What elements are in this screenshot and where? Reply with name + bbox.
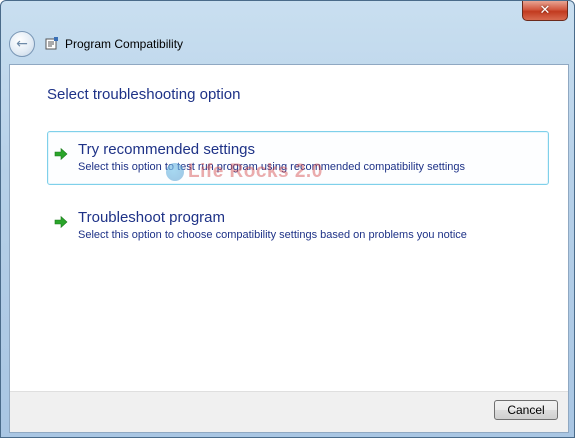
navigation-bar: ← Program Compatibility bbox=[9, 29, 566, 59]
back-button[interactable]: ← bbox=[9, 31, 35, 57]
content-panel: Select troubleshooting option Try recomm… bbox=[9, 64, 569, 433]
close-button[interactable]: ✕ bbox=[522, 1, 568, 21]
green-arrow-icon bbox=[54, 147, 68, 161]
watermark: Life Rocks 2.0 bbox=[166, 161, 323, 183]
option-description: Select this option to choose compatibili… bbox=[78, 229, 467, 241]
dialog-window: ✕ ← Program Compatibility Select trouble… bbox=[0, 0, 575, 438]
option-title: Try recommended settings bbox=[78, 141, 256, 158]
dialog-footer: Cancel bbox=[10, 391, 568, 432]
troubleshoot-program-option[interactable]: Troubleshoot program Select this option … bbox=[47, 199, 549, 253]
page-title: Select troubleshooting option bbox=[47, 86, 241, 103]
cancel-button[interactable]: Cancel bbox=[494, 400, 558, 420]
option-title: Troubleshoot program bbox=[78, 209, 226, 226]
green-arrow-icon bbox=[54, 215, 68, 229]
watermark-globe-icon bbox=[166, 163, 184, 181]
back-arrow-icon: ← bbox=[16, 36, 28, 52]
close-icon: ✕ bbox=[539, 3, 551, 18]
watermark-text: Life Rocks 2.0 bbox=[188, 161, 323, 182]
window-title: Program Compatibility bbox=[65, 37, 184, 51]
program-compatibility-icon bbox=[45, 37, 59, 51]
